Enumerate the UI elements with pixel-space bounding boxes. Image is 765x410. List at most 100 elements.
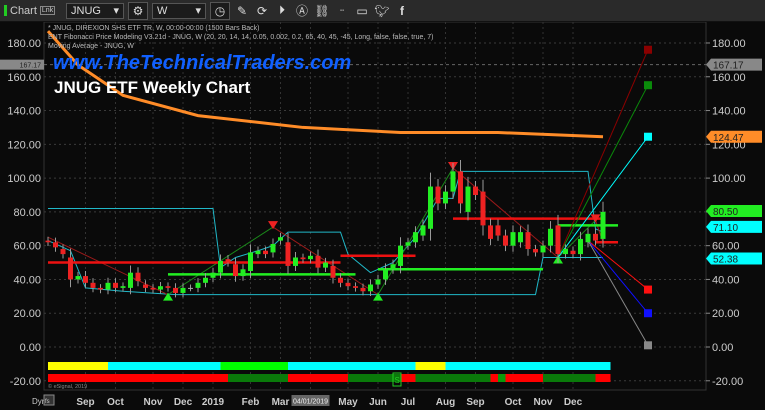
trend-bar-segment bbox=[498, 374, 506, 382]
study-info-line: ENT Fibonacci Price Modeling V3.21d - JN… bbox=[48, 34, 433, 41]
y-tick-label-right: 60.00 bbox=[712, 241, 740, 253]
y-tick-label-right: -20.00 bbox=[712, 376, 743, 388]
candle-body bbox=[533, 249, 538, 253]
candle-body bbox=[315, 255, 321, 268]
candle-body bbox=[60, 249, 66, 255]
candle-body bbox=[525, 232, 531, 250]
price-chart[interactable]: S 180.00 180.00 160.00 160.00 140.00 140.00 12… bbox=[0, 0, 765, 410]
y-tick-label-left: 80.00 bbox=[13, 207, 41, 219]
candle-body bbox=[240, 269, 246, 277]
trend-bar-segment bbox=[445, 362, 611, 370]
candle-body bbox=[68, 257, 73, 280]
fib-target-marker bbox=[644, 132, 652, 141]
candle-body bbox=[323, 262, 328, 268]
symbol-value: JNUG bbox=[71, 4, 101, 17]
candle-body bbox=[450, 171, 456, 192]
candle-body bbox=[218, 260, 223, 273]
y-tick-label-left: 100.00 bbox=[7, 173, 41, 185]
candle-body bbox=[570, 250, 576, 255]
clock-icon[interactable]: ◷ bbox=[210, 1, 230, 20]
play-icon[interactable]: ⏵ bbox=[274, 3, 290, 19]
fib-target-marker bbox=[644, 81, 652, 90]
candle-body bbox=[293, 257, 298, 266]
interval-select[interactable]: W ▾ bbox=[152, 2, 206, 19]
candle-body bbox=[98, 287, 103, 290]
trend-bar-segment bbox=[400, 374, 416, 382]
twitter-icon[interactable]: 🐦︎ bbox=[374, 3, 390, 19]
candle-body bbox=[233, 264, 238, 277]
trend-bar-segment bbox=[505, 374, 543, 382]
options-icon[interactable]: ▪▪ bbox=[334, 3, 350, 19]
y-tick-label-left: 60.00 bbox=[13, 241, 41, 253]
fib-target-marker bbox=[644, 45, 652, 54]
facebook-icon[interactable]: f bbox=[394, 3, 410, 19]
trend-bar-segment bbox=[108, 362, 221, 370]
x-tick-label: Nov bbox=[534, 397, 553, 408]
pencil-icon[interactable]: ✎ bbox=[234, 3, 250, 19]
crosshair-date-label: 04/01/2019 bbox=[293, 399, 328, 406]
candle-body bbox=[330, 265, 336, 278]
y-tick-label-right: 140.00 bbox=[712, 106, 746, 118]
y-tick-label-right: 40.00 bbox=[712, 274, 740, 286]
candle-body bbox=[360, 287, 366, 292]
x-tick-label: Nov bbox=[144, 397, 163, 408]
x-tick-label: Oct bbox=[505, 397, 522, 408]
price-flag-label: 71.10 bbox=[713, 223, 738, 234]
candle-body bbox=[180, 287, 186, 293]
y-tick-label-left: 120.00 bbox=[7, 139, 41, 151]
price-flag-label: 52.38 bbox=[713, 255, 738, 266]
candle-body bbox=[210, 272, 216, 278]
candle-body bbox=[548, 228, 553, 246]
candle-body bbox=[413, 232, 418, 243]
candle-body bbox=[278, 237, 283, 241]
symbol-select[interactable]: JNUG ▾ bbox=[66, 2, 124, 19]
candle-body bbox=[188, 287, 193, 289]
trend-bar-segment bbox=[288, 362, 416, 370]
trend-bar-segment bbox=[288, 374, 348, 382]
trend-bar-segment bbox=[48, 362, 108, 370]
candle-body bbox=[105, 282, 111, 290]
candle-body bbox=[443, 191, 448, 204]
candle-body bbox=[563, 249, 568, 255]
candle-body bbox=[578, 238, 583, 255]
candle-body bbox=[45, 240, 51, 243]
trend-bar-segment bbox=[543, 374, 596, 382]
chevron-down-icon: ▾ bbox=[113, 5, 119, 17]
candle-body bbox=[120, 286, 126, 288]
candle-body bbox=[248, 252, 253, 271]
candle-body bbox=[555, 225, 561, 255]
trend-bar-segment bbox=[415, 374, 491, 382]
candle-body bbox=[345, 282, 351, 287]
candle-body bbox=[158, 286, 163, 290]
settings-icon[interactable]: ⚙ bbox=[128, 1, 148, 20]
alert-icon[interactable]: Ⓐ bbox=[294, 3, 310, 19]
candle-body bbox=[495, 225, 501, 236]
candle-body bbox=[375, 279, 381, 285]
ma-info-line: Moving Average - JNUG, W bbox=[48, 43, 134, 50]
candle-body bbox=[308, 255, 313, 260]
y-tick-label-left: 180.00 bbox=[7, 38, 41, 50]
candle-body bbox=[435, 186, 441, 204]
link-icon[interactable]: ⛓ bbox=[314, 3, 330, 19]
candle-body bbox=[480, 191, 486, 226]
candle-body bbox=[203, 277, 208, 283]
candle-body bbox=[510, 232, 516, 246]
price-flag-label: 167.17 bbox=[713, 61, 744, 72]
window-title: Chart Lnk bbox=[0, 5, 56, 17]
trend-bar-segment bbox=[48, 374, 228, 382]
candle-body bbox=[465, 186, 471, 212]
x-tick-label: Dec bbox=[564, 397, 583, 408]
link-badge[interactable]: Lnk bbox=[39, 6, 56, 15]
copyright: © eSignal, 2019 bbox=[48, 383, 87, 390]
signal-marker-label: S bbox=[395, 376, 400, 385]
fib-target-marker bbox=[644, 285, 652, 294]
refresh-icon[interactable]: ⟳ bbox=[254, 3, 270, 19]
chevron-down-icon: ▾ bbox=[195, 5, 201, 17]
chat-icon[interactable]: ▭ bbox=[354, 3, 370, 19]
candle-body bbox=[150, 287, 156, 290]
candle-body bbox=[165, 286, 171, 288]
trend-bar-segment bbox=[595, 374, 611, 382]
candle-body bbox=[195, 282, 201, 288]
toolbar: Chart Lnk JNUG ▾ ⚙ W ▾ ◷ ✎ ⟳ ⏵ Ⓐ ⛓ ▪▪ ▭ 🐦︎… bbox=[0, 0, 765, 22]
candle-body bbox=[585, 233, 591, 243]
